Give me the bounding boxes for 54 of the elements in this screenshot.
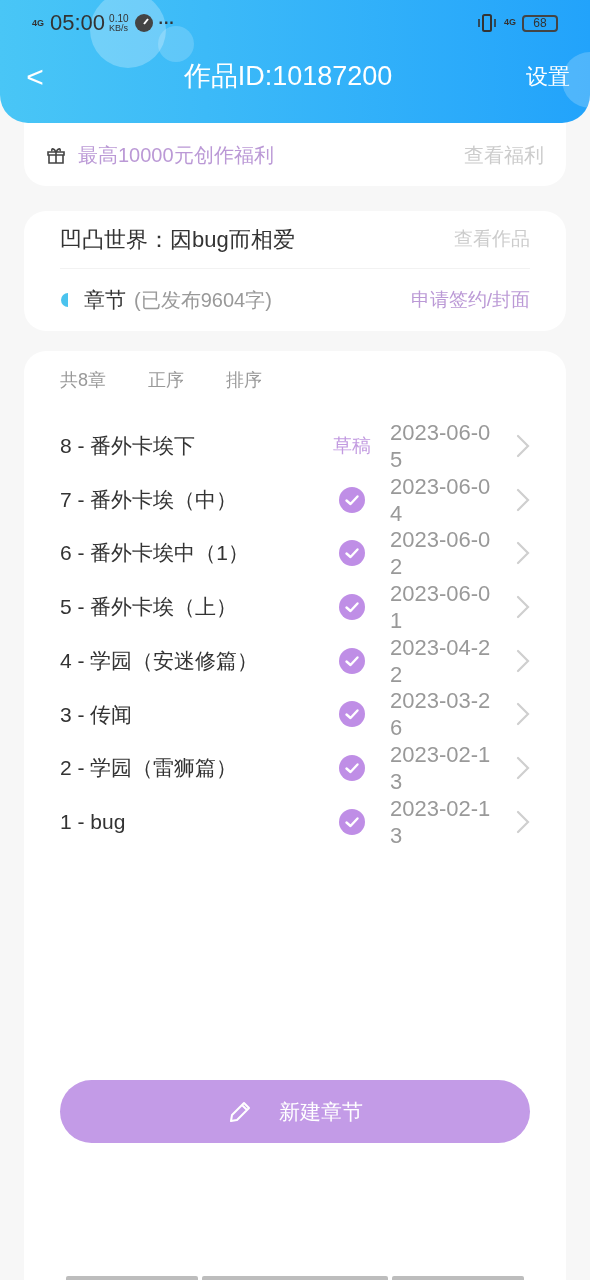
gauge-icon	[134, 14, 153, 32]
chapter-date: 2023-06-04	[390, 472, 492, 527]
chapter-title: 3 - 传闻	[60, 701, 134, 728]
chevron-right-icon	[516, 809, 530, 834]
chapter-date: 2023-06-01	[390, 579, 492, 634]
chevron-right-icon	[516, 702, 530, 727]
promo-text: 最高10000元创作福利	[78, 142, 274, 168]
published-count: (已发布9604字)	[134, 288, 272, 313]
more-indicator: ···	[158, 13, 175, 33]
chapter-row[interactable]: 2 - 学园（雷狮篇） 2023-02-13	[60, 741, 530, 795]
chapter-row[interactable]: 7 - 番外卡埃（中） 2023-06-04	[60, 472, 530, 527]
chapter-title: 2 - 学园（雷狮篇）	[60, 755, 239, 782]
page-title: 作品ID:10187200	[182, 59, 394, 93]
chevron-right-icon	[516, 487, 530, 512]
chapter-date: 2023-06-05	[390, 418, 492, 473]
chapter-row[interactable]: 6 - 番外卡埃中（1） 2023-06-02	[60, 526, 530, 581]
chapter-row[interactable]: 3 - 传闻 2023-03-26	[60, 687, 530, 742]
chevron-right-icon	[516, 594, 530, 619]
check-circle-icon	[339, 701, 365, 728]
chapter-title: 1 - bug	[60, 808, 127, 835]
chapter-date: 2023-02-13	[390, 794, 492, 849]
chapter-title: 6 - 番外卡埃中（1）	[60, 540, 251, 567]
check-circle-icon	[339, 754, 365, 781]
chapter-row[interactable]: 1 - bug 2023-02-13	[60, 794, 530, 849]
network-speed: 0.10	[109, 13, 129, 24]
chapter-title: 8 - 番外卡埃下	[60, 433, 197, 460]
section-label: 章节	[84, 287, 126, 314]
chapter-title: 5 - 番外卡埃（上）	[60, 594, 239, 621]
chapter-date: 2023-03-26	[390, 687, 492, 742]
battery-icon: 68	[522, 14, 558, 32]
chevron-right-icon	[516, 648, 530, 673]
work-title: 凹凸世界：因bug而相爱	[60, 226, 295, 254]
chevron-right-icon	[516, 755, 530, 780]
speed-unit: KB/s	[109, 23, 129, 33]
check-circle-icon	[339, 540, 365, 567]
chapter-date: 2023-04-22	[390, 633, 492, 688]
check-circle-icon	[339, 647, 365, 674]
chapter-row[interactable]: 5 - 番外卡埃（上） 2023-06-01	[60, 580, 530, 634]
chevron-right-icon	[516, 433, 530, 458]
vibrate-icon	[476, 14, 498, 32]
check-circle-icon	[339, 486, 365, 513]
chapter-row[interactable]: 4 - 学园（安迷修篇） 2023-04-22	[60, 633, 530, 688]
chapter-title: 7 - 番外卡埃（中）	[60, 486, 239, 513]
check-circle-icon	[339, 808, 365, 835]
chapter-date: 2023-06-02	[390, 526, 492, 581]
chapter-count: 共8章	[60, 368, 106, 392]
chapter-date: 2023-02-13	[390, 740, 492, 795]
chevron-right-icon	[516, 541, 530, 566]
data-label: 4G	[504, 16, 516, 30]
signal-label: 4G	[32, 18, 44, 28]
chapter-title: 4 - 学园（安迷修篇）	[60, 647, 260, 674]
check-circle-icon	[339, 593, 365, 620]
status-time: 05:00	[50, 12, 106, 34]
draft-label: 草稿	[332, 433, 372, 458]
